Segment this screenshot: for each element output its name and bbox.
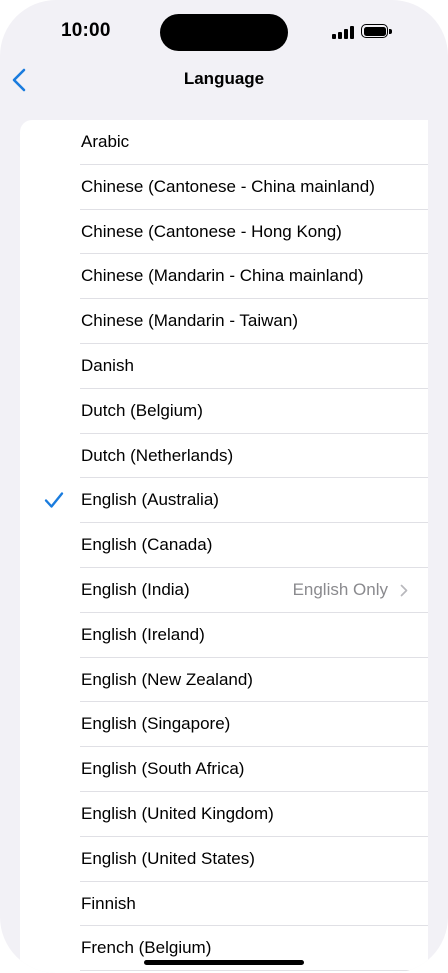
- dynamic-island: [160, 14, 288, 51]
- language-row[interactable]: English (United Kingdom): [20, 792, 428, 837]
- language-label: English (Singapore): [81, 714, 231, 734]
- home-indicator[interactable]: [144, 960, 304, 965]
- language-row[interactable]: English (Australia): [20, 478, 428, 524]
- language-label: English (New Zealand): [81, 669, 253, 689]
- language-list: Arabic Chinese (Cantonese - China mainlan…: [20, 120, 428, 973]
- status-time: 10:00: [61, 20, 111, 41]
- language-row[interactable]: English (Canada): [20, 523, 428, 568]
- language-detail: English Only: [292, 579, 388, 599]
- language-label: Chinese (Mandarin - Taiwan): [81, 311, 299, 331]
- language-label: English (United Kingdom): [81, 803, 274, 823]
- language-row[interactable]: English (Singapore): [20, 702, 428, 748]
- language-row[interactable]: Arabic: [20, 120, 428, 165]
- language-label: English (Ireland): [81, 624, 205, 644]
- language-label: Dutch (Belgium): [81, 400, 203, 420]
- language-row[interactable]: English (United States): [20, 837, 428, 882]
- language-row[interactable]: English (New Zealand): [20, 658, 428, 703]
- chevron-right-icon: [400, 584, 408, 597]
- language-row[interactable]: Chinese (Mandarin - Taiwan): [20, 299, 428, 344]
- language-label: Chinese (Cantonese - China mainland): [81, 176, 375, 196]
- checkmark-icon: [44, 492, 64, 509]
- language-label: English (India): [81, 579, 190, 599]
- cellular-signal-icon: [332, 26, 354, 39]
- language-label: English (United States): [81, 848, 255, 868]
- row-divider: [80, 970, 428, 972]
- language-row[interactable]: Chinese (Mandarin - China mainland): [20, 254, 428, 300]
- language-row[interactable]: English (Ireland): [20, 613, 428, 658]
- language-row[interactable]: Chinese (Cantonese - Hong Kong): [20, 210, 428, 255]
- phone-screen: 10:00 Language Arabic Chinese (Cantonese …: [0, 0, 448, 973]
- language-label: Danish: [81, 355, 134, 375]
- language-row[interactable]: English (South Africa): [20, 747, 428, 792]
- language-label: Arabic: [81, 132, 130, 151]
- battery-icon: [361, 24, 394, 40]
- language-label: Chinese (Mandarin - China mainland): [81, 266, 364, 286]
- language-label: Chinese (Cantonese - Hong Kong): [81, 221, 342, 241]
- language-row[interactable]: Finnish: [20, 882, 428, 927]
- language-row[interactable]: Danish: [20, 344, 428, 389]
- language-label: English (Canada): [81, 535, 213, 555]
- language-label: Finnish: [81, 893, 136, 913]
- language-label: English (Australia): [81, 490, 219, 510]
- language-label: English (South Africa): [81, 759, 245, 779]
- language-row[interactable]: Dutch (Belgium): [20, 389, 428, 434]
- language-row[interactable]: Chinese (Cantonese - China mainland): [20, 165, 428, 210]
- page-title: Language: [183, 69, 265, 88]
- language-label: Dutch (Netherlands): [81, 445, 234, 465]
- language-row[interactable]: English (India) English Only: [20, 568, 428, 613]
- language-row[interactable]: Dutch (Netherlands): [20, 434, 428, 479]
